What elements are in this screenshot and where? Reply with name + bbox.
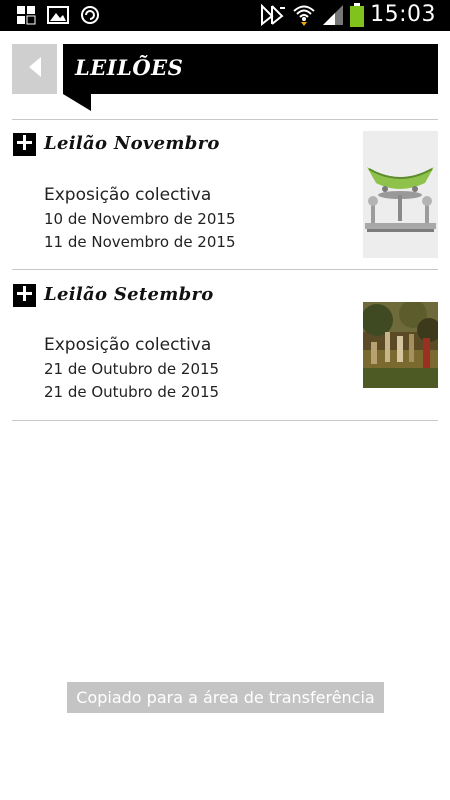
back-arrow-icon [27, 56, 43, 82]
clock: 15:03 [370, 2, 436, 27]
plus-icon [17, 135, 32, 154]
title-tab-decoration [63, 94, 91, 111]
page-title: LEILÕES [75, 55, 184, 80]
battery-icon [350, 2, 365, 27]
wifi-icon [292, 3, 316, 27]
signal-icon [322, 4, 344, 26]
auction-date-end: 11 de Novembro de 2015 [44, 233, 236, 251]
auction-date-start: 10 de Novembro de 2015 [44, 210, 236, 228]
plus-icon [17, 286, 32, 305]
nfc-icon [260, 3, 286, 26]
toast-message: Copiado para a área de transferência [67, 682, 384, 713]
divider [12, 269, 438, 270]
expand-button[interactable] [13, 284, 36, 307]
divider [12, 420, 438, 421]
auction-thumbnail[interactable] [363, 302, 438, 388]
sync-icon [80, 5, 100, 25]
silver-centerpiece-image [363, 131, 438, 258]
image-icon [47, 5, 69, 25]
auction-thumbnail[interactable] [363, 131, 438, 258]
expand-button[interactable] [13, 133, 36, 156]
auction-subtitle: Exposição colectiva [44, 185, 212, 205]
auction-subtitle: Exposição colectiva [44, 335, 212, 355]
status-bar: 15:03 [0, 0, 450, 31]
auction-date-start: 21 de Outubro de 2015 [44, 360, 220, 378]
app-notification-icon [16, 5, 36, 25]
auction-date-end: 21 de Outubro de 2015 [44, 383, 220, 401]
auction-title[interactable]: Leilão Novembro [44, 133, 220, 154]
painting-image [363, 302, 438, 388]
back-button[interactable] [12, 44, 57, 94]
divider [12, 119, 438, 120]
auction-title[interactable]: Leilão Setembro [44, 284, 214, 305]
